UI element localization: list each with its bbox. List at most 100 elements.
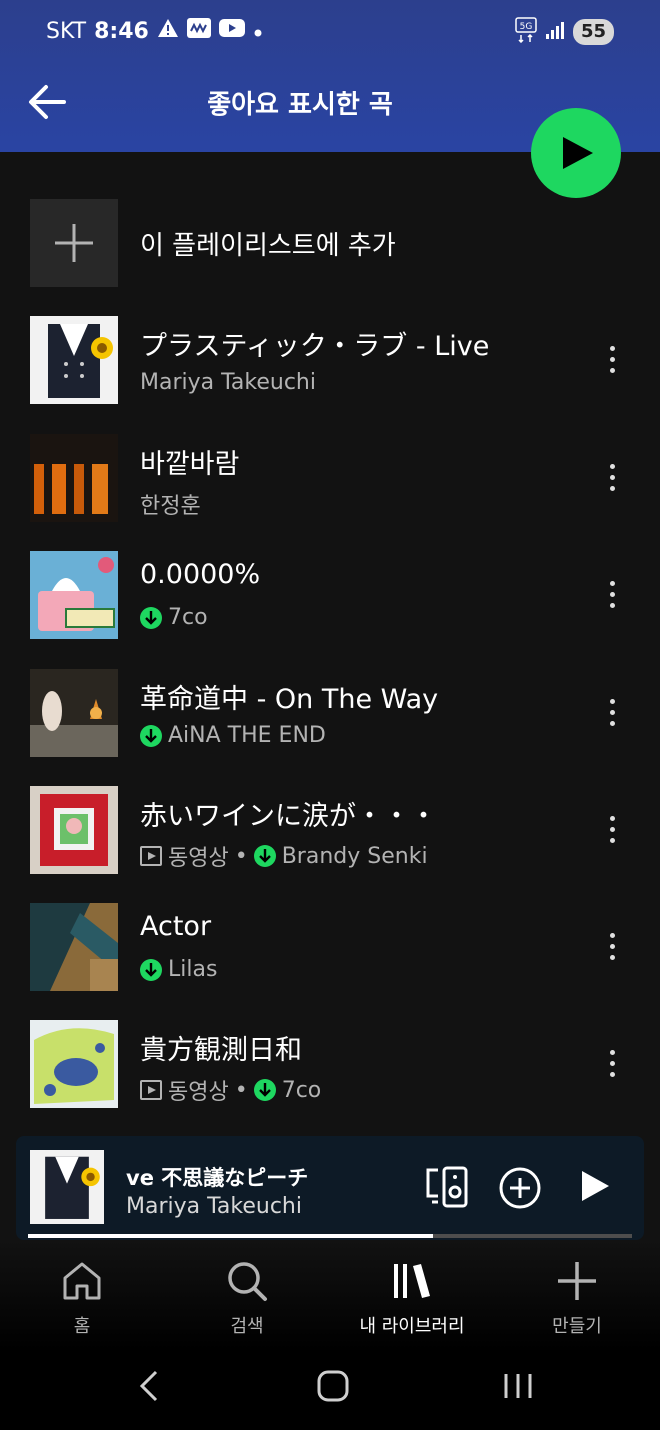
album-cover	[30, 669, 118, 757]
album-cover	[30, 316, 118, 404]
plus-icon	[558, 1262, 596, 1300]
song-artist: Mariya Takeuchi	[140, 370, 316, 395]
nav-create[interactable]: 만들기	[507, 1260, 647, 1338]
separator: •	[234, 1077, 248, 1103]
chevron-left-icon	[139, 1370, 158, 1402]
more-options-button[interactable]	[600, 929, 624, 967]
now-playing-cover	[30, 1150, 104, 1224]
system-recents-button[interactable]	[502, 1368, 534, 1408]
nav-home-label: 홈	[73, 1316, 91, 1337]
youtube-icon	[218, 18, 245, 44]
song-meta: 동영상 • Brandy Senki	[140, 840, 428, 872]
downloaded-icon	[140, 606, 162, 629]
song-artist: 7co	[168, 605, 208, 630]
dot-icon	[253, 19, 263, 44]
song-meta: Mariya Takeuchi	[140, 370, 316, 395]
song-meta: 동영상 • 7co	[140, 1074, 321, 1106]
battery-indicator: 55	[572, 19, 614, 45]
bottom-navigation: 홈 검색 내 라이브러리 만들기	[0, 1240, 660, 1350]
more-options-button[interactable]	[600, 1046, 624, 1084]
song-artist: 7co	[281, 1077, 322, 1103]
nav-search-label: 검색	[230, 1316, 264, 1337]
playback-progress	[28, 1234, 433, 1238]
home-square-icon	[317, 1370, 349, 1402]
page-title: 좋아요 표시한 곡	[207, 90, 393, 120]
song-artist: Brandy Senki	[281, 843, 428, 869]
song-meta: AiNA THE END	[140, 723, 326, 748]
song-row[interactable]: Actor Lilas	[30, 903, 630, 991]
more-options-button[interactable]	[600, 812, 624, 850]
song-title: 赤いワインに涙が・・・	[140, 801, 437, 832]
status-left: SKT 8:46	[46, 18, 263, 44]
song-title: 貴方観測日和	[140, 1035, 302, 1066]
add-circle-icon	[499, 1167, 541, 1209]
status-bar: SKT 8:46 5G 55	[0, 0, 660, 62]
search-icon	[228, 1262, 267, 1301]
song-row[interactable]: 革命道中 - On The Way AiNA THE END	[30, 669, 630, 757]
song-title: プラスティック・ラブ - Live	[140, 331, 490, 362]
network-label: 5G	[520, 22, 533, 32]
add-to-playlist-row[interactable]: 이 플레이리스트에 추가	[30, 199, 630, 287]
library-icon	[394, 1264, 430, 1298]
play-icon	[582, 1171, 609, 1201]
app-notification-icon	[186, 18, 211, 44]
downloaded-icon	[253, 1079, 276, 1101]
now-playing-title: ve 不思議なピーチ	[126, 1166, 309, 1190]
album-cover	[30, 903, 118, 991]
song-meta: 한정훈	[140, 488, 201, 520]
separator: •	[234, 843, 248, 869]
album-cover	[30, 551, 118, 639]
video-label: 동영상	[168, 1080, 229, 1105]
album-cover	[30, 786, 118, 874]
song-row[interactable]: 0.0000% 7co	[30, 551, 630, 639]
song-meta: 7co	[140, 605, 208, 630]
song-row[interactable]: プラスティック・ラブ - Live Mariya Takeuchi	[30, 316, 630, 404]
more-options-button[interactable]	[600, 460, 624, 498]
nav-library-label: 내 라이브러리	[359, 1316, 465, 1337]
now-playing-artist: Mariya Takeuchi	[126, 1194, 302, 1219]
add-to-library-button[interactable]	[498, 1166, 542, 1214]
nav-home[interactable]: 홈	[12, 1260, 152, 1338]
song-artist: Lilas	[168, 957, 218, 982]
album-cover	[30, 434, 118, 522]
signal-icon	[545, 20, 565, 44]
song-artist: 한정훈	[140, 494, 201, 519]
carrier-label: SKT	[46, 18, 87, 44]
song-row[interactable]: 貴方観測日和 동영상 • 7co	[30, 1020, 630, 1108]
song-row[interactable]: 바깥바람 한정훈	[30, 434, 630, 522]
video-icon	[140, 1080, 162, 1100]
song-row[interactable]: 赤いワインに涙が・・・ 동영상 • Brandy Senki	[30, 786, 630, 874]
more-options-button[interactable]	[600, 342, 624, 380]
song-title: 바깥바람	[140, 449, 240, 480]
nav-library[interactable]: 내 라이브러리	[342, 1260, 482, 1338]
nav-create-label: 만들기	[552, 1316, 602, 1337]
nav-search[interactable]: 검색	[177, 1260, 317, 1338]
mini-play-button[interactable]	[578, 1168, 612, 1208]
downloaded-icon	[253, 845, 276, 867]
song-title: Actor	[140, 911, 212, 942]
song-artist: AiNA THE END	[168, 723, 326, 748]
add-to-playlist-label: 이 플레이리스트에 추가	[140, 231, 396, 261]
clock: 8:46	[94, 18, 149, 44]
play-icon	[563, 137, 593, 169]
song-title: 革命道中 - On The Way	[140, 684, 439, 715]
more-options-button[interactable]	[600, 695, 624, 733]
video-icon	[140, 846, 162, 866]
speaker-device-icon	[426, 1166, 468, 1208]
network-5g-icon: 5G	[515, 17, 537, 47]
connect-device-button[interactable]	[424, 1166, 470, 1212]
song-meta: Lilas	[140, 957, 217, 982]
status-right: 5G 55	[515, 17, 614, 47]
system-back-button[interactable]	[136, 1368, 162, 1408]
downloaded-icon	[140, 958, 162, 981]
song-title: 0.0000%	[140, 559, 261, 590]
add-to-playlist-tile	[30, 199, 118, 287]
more-options-button[interactable]	[600, 577, 624, 615]
system-home-button[interactable]	[316, 1368, 350, 1408]
shuffle-play-button[interactable]	[531, 108, 621, 198]
mini-player[interactable]: ve 不思議なピーチ Mariya Takeuchi	[16, 1136, 644, 1240]
warning-icon	[157, 18, 179, 44]
home-icon	[63, 1262, 101, 1300]
video-label: 동영상	[168, 846, 229, 871]
downloaded-icon	[140, 724, 162, 747]
